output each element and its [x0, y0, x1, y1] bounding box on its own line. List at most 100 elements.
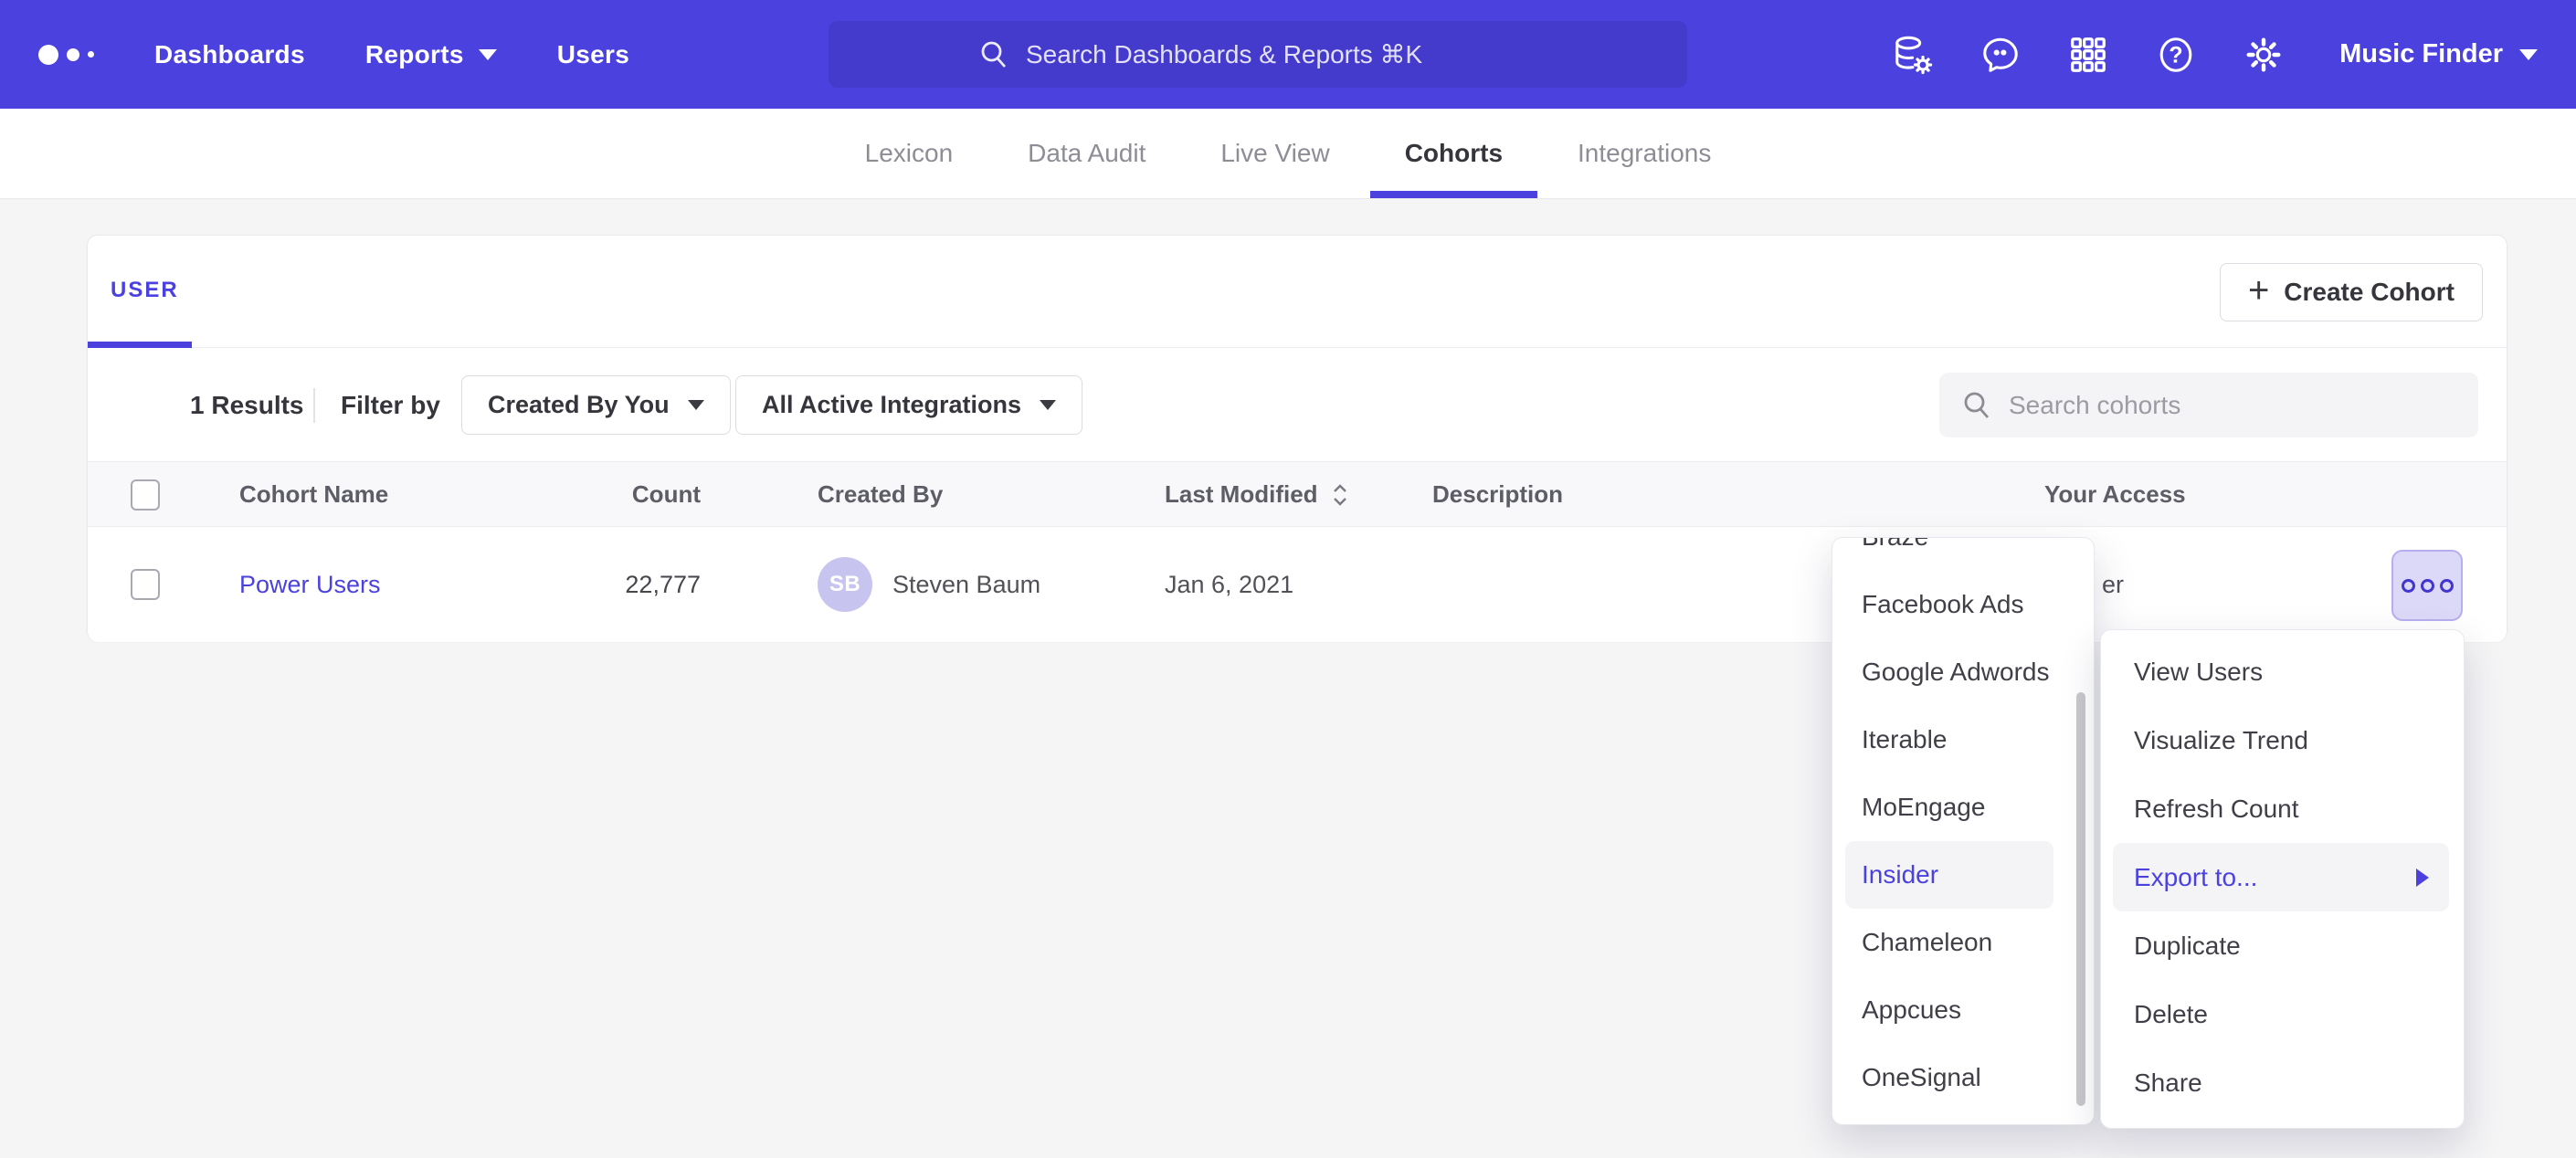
submenu-item-chameleon[interactable]: Chameleon [1832, 909, 2094, 976]
results-count: 1 Results [190, 348, 304, 462]
tab-lexicon[interactable]: Lexicon [830, 109, 988, 198]
tab-integrations-label: Integrations [1578, 139, 1711, 168]
sort-icon[interactable] [1331, 483, 1349, 507]
menu-item-delete[interactable]: Delete [2101, 980, 2464, 1048]
cohort-search-input[interactable] [2009, 391, 2456, 420]
section-tabbar: Lexicon Data Audit Live View Cohorts Int… [0, 109, 2576, 199]
submenu-item-iterable[interactable]: Iterable [1832, 706, 2094, 774]
col-header-count: Count [632, 462, 701, 527]
active-tab-underline [88, 342, 192, 348]
nav-item-reports[interactable]: Reports [365, 40, 497, 69]
nav-item-reports-label: Reports [365, 40, 464, 69]
row-actions-menu: View Users Visualize Trend Refresh Count… [2100, 629, 2465, 1129]
create-cohort-label: Create Cohort [2284, 278, 2455, 307]
menu-item-refresh-count[interactable]: Refresh Count [2101, 774, 2464, 843]
brand-logo[interactable] [38, 45, 94, 65]
select-all-checkbox[interactable] [131, 479, 160, 511]
submenu-arrow-icon [2416, 868, 2429, 887]
your-access-cell: er [2102, 527, 2124, 642]
panel-header: USER + Create Cohort [88, 236, 2507, 348]
created-by-name: Steven Baum [892, 571, 1040, 599]
account-name: Music Finder [2339, 39, 2503, 69]
search-icon [1961, 390, 1992, 421]
chevron-down-icon [2519, 49, 2538, 60]
search-icon [978, 39, 1009, 70]
chevron-down-icon [688, 400, 704, 410]
create-cohort-button[interactable]: + Create Cohort [2220, 263, 2483, 321]
apps-grid-icon[interactable] [2067, 34, 2109, 76]
data-management-icon[interactable] [1892, 34, 1934, 76]
feedback-icon[interactable] [1980, 34, 2022, 76]
tab-cohorts[interactable]: Cohorts [1370, 109, 1537, 198]
filter-row: 1 Results Filter by Created By You All A… [88, 348, 2507, 462]
submenu-item-moengage[interactable]: MoEngage [1832, 774, 2094, 841]
submenu-item-appcues[interactable]: Appcues [1832, 976, 2094, 1044]
avatar: SB [818, 557, 872, 612]
export-to-submenu: Braze Facebook Ads Google Adwords Iterab… [1832, 537, 2095, 1125]
cohort-search[interactable] [1939, 373, 2478, 437]
submenu-item-google-adwords[interactable]: Google Adwords [1832, 638, 2094, 706]
global-search-input[interactable] [1026, 40, 1537, 69]
svg-text:?: ? [2170, 42, 2183, 68]
integrations-filter[interactable]: All Active Integrations [735, 375, 1082, 435]
table-header: Cohort Name Count Created By Last Modifi… [88, 462, 2507, 527]
account-menu[interactable]: Music Finder [2339, 39, 2538, 69]
help-icon[interactable]: ? [2155, 34, 2197, 76]
created-by-filter-label: Created By You [488, 391, 670, 419]
global-search[interactable] [829, 21, 1687, 88]
menu-item-export-to[interactable]: Export to... [2113, 843, 2449, 911]
filter-by-label: Filter by [341, 348, 440, 462]
nav-right-controls: ? Music Finder [1892, 0, 2576, 109]
tab-data-audit[interactable]: Data Audit [993, 109, 1180, 198]
menu-item-view-users[interactable]: View Users [2101, 637, 2464, 706]
logo-dot-small [88, 51, 94, 58]
submenu-item-facebook-ads[interactable]: Facebook Ads [1832, 571, 2094, 638]
tab-lexicon-label: Lexicon [865, 139, 954, 168]
tab-user-cohorts[interactable]: USER [111, 278, 179, 303]
ellipsis-dot [2402, 579, 2415, 593]
last-modified-cell: Jan 6, 2021 [1165, 527, 1293, 642]
col-header-cohort-name: Cohort Name [239, 462, 388, 527]
col-header-description: Description [1432, 462, 1563, 527]
col-header-last-modified[interactable]: Last Modified [1165, 462, 1349, 527]
row-checkbox[interactable] [131, 569, 160, 600]
nav-item-dashboards[interactable]: Dashboards [154, 40, 305, 69]
ellipsis-dot [2440, 579, 2454, 593]
col-header-your-access: Your Access [2044, 462, 2186, 527]
row-actions-button[interactable] [2391, 550, 2463, 621]
nav-item-users[interactable]: Users [557, 40, 629, 69]
tab-live-view-label: Live View [1220, 139, 1329, 168]
ellipsis-dot [2421, 579, 2434, 593]
export-to-label: Export to... [2134, 863, 2257, 892]
settings-gear-icon[interactable] [2243, 34, 2285, 76]
cohort-count: 22,777 [625, 527, 701, 642]
menu-item-duplicate[interactable]: Duplicate [2101, 911, 2464, 980]
tab-live-view[interactable]: Live View [1186, 109, 1364, 198]
cohort-name-link[interactable]: Power Users [239, 527, 381, 642]
integrations-filter-label: All Active Integrations [762, 391, 1021, 419]
created-by-cell: SB Steven Baum [818, 527, 1040, 642]
menu-item-share[interactable]: Share [2101, 1048, 2464, 1117]
tab-integrations[interactable]: Integrations [1543, 109, 1746, 198]
menu-item-visualize-trend[interactable]: Visualize Trend [2101, 706, 2464, 774]
plus-icon: + [2248, 272, 2269, 309]
submenu-item-braze[interactable]: Braze [1832, 537, 2094, 571]
last-modified-label: Last Modified [1165, 480, 1318, 509]
tab-cohorts-label: Cohorts [1405, 139, 1503, 168]
submenu-item-onesignal[interactable]: OneSignal [1832, 1044, 2094, 1111]
top-nav: Dashboards Reports Users [0, 0, 2576, 109]
divider [313, 388, 315, 423]
chevron-down-icon [479, 49, 497, 60]
cohorts-panel: USER + Create Cohort 1 Results Filter by… [87, 235, 2507, 641]
chevron-down-icon [1040, 400, 1056, 410]
select-all-checkbox-wrap [131, 462, 160, 527]
tab-data-audit-label: Data Audit [1028, 139, 1145, 168]
created-by-filter[interactable]: Created By You [461, 375, 731, 435]
logo-dot-large [38, 45, 58, 65]
table-row: Power Users 22,777 SB Steven Baum Jan 6,… [88, 527, 2507, 642]
nav-item-users-label: Users [557, 40, 629, 69]
col-header-created-by: Created By [818, 462, 943, 527]
nav-item-dashboards-label: Dashboards [154, 40, 305, 69]
submenu-scrollbar[interactable] [2076, 692, 2085, 1106]
submenu-item-insider[interactable]: Insider [1845, 841, 2053, 909]
